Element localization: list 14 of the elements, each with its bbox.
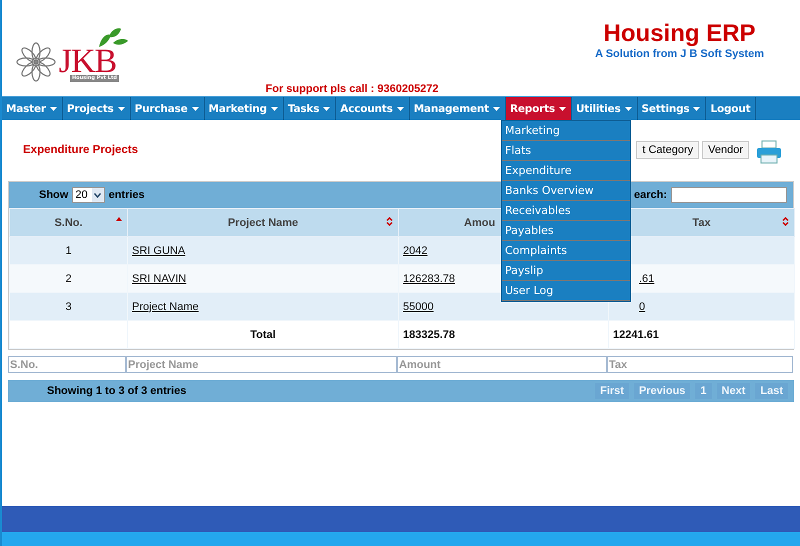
table-cell: Total: [128, 320, 398, 348]
app-title: Housing ERP: [604, 20, 756, 48]
page-title: Expenditure Projects: [23, 144, 138, 156]
table-cell: 12241.61: [608, 320, 794, 348]
table-cell: 3: [10, 292, 128, 320]
table-cell: 1: [10, 236, 128, 264]
table-cell: 183325.78: [398, 320, 608, 348]
support-text: For support pls call : 9360205272: [266, 83, 439, 95]
table-cell: 2: [10, 264, 128, 292]
info-text: Showing 1 to 3 of 3 entries: [47, 385, 186, 397]
show-label: Show: [39, 189, 68, 201]
search-label: earch:: [634, 189, 667, 201]
entries-label: entries: [108, 189, 145, 201]
app-subtitle: A Solution from J B Soft System: [595, 48, 764, 60]
